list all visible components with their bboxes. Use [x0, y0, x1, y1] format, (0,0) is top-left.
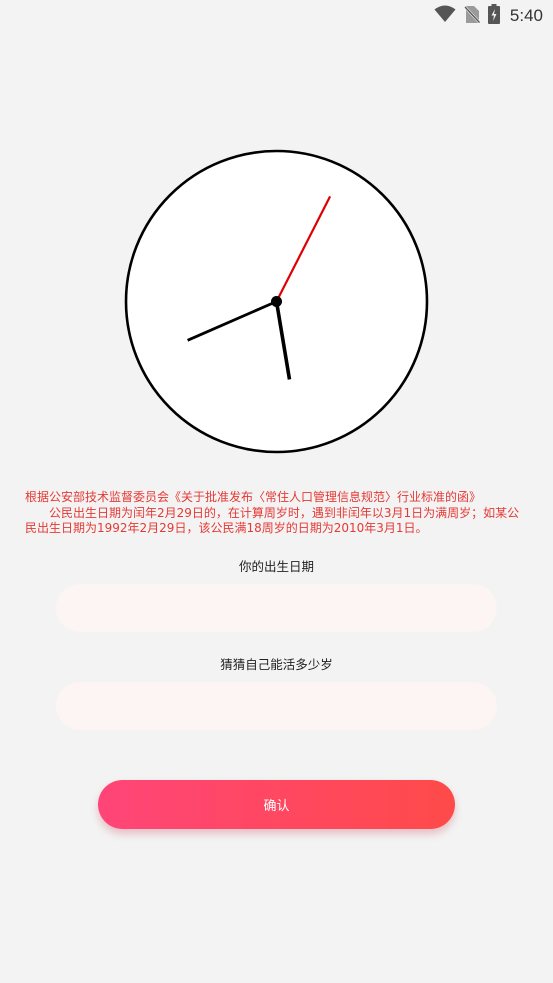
- status-icons: 5:40: [434, 4, 543, 28]
- clock-center-pin: [271, 296, 282, 307]
- analog-clock: [124, 149, 429, 454]
- leap-year-notice: 根据公安部技术监督委员会《关于批准发布〈常住人口管理信息规范〉行业标准的函》 公…: [25, 490, 530, 537]
- notice-rule: 公民出生日期为闰年2月29日的，在计算周岁时，遇到非闰年以3月1日为满周岁；如某…: [25, 506, 530, 537]
- lifespan-guess-label: 猜猜自己能活多少岁: [220, 657, 333, 672]
- birth-date-label: 你的出生日期: [238, 559, 314, 574]
- notice-source: 根据公安部技术监督委员会《关于批准发布〈常住人口管理信息规范〉行业标准的函》: [25, 490, 482, 504]
- birth-date-input[interactable]: [56, 584, 497, 632]
- notice-rule-text: 公民出生日期为闰年2月29日的，在计算周岁时，遇到非闰年以3月1日为满周岁；如某…: [25, 505, 520, 536]
- confirm-button[interactable]: 确认: [98, 780, 455, 829]
- status-bar: 5:40: [0, 0, 553, 30]
- wifi-icon: [434, 5, 456, 27]
- battery-charging-icon: [487, 4, 500, 28]
- lifespan-guess-input[interactable]: [56, 682, 497, 730]
- app-screen: 5:40 根据公安部技术监督委员会《关于批准发布〈常住人口管理信息规范〉行业标准…: [0, 0, 553, 983]
- status-time: 5:40: [509, 6, 543, 25]
- no-sim-icon: [463, 5, 481, 28]
